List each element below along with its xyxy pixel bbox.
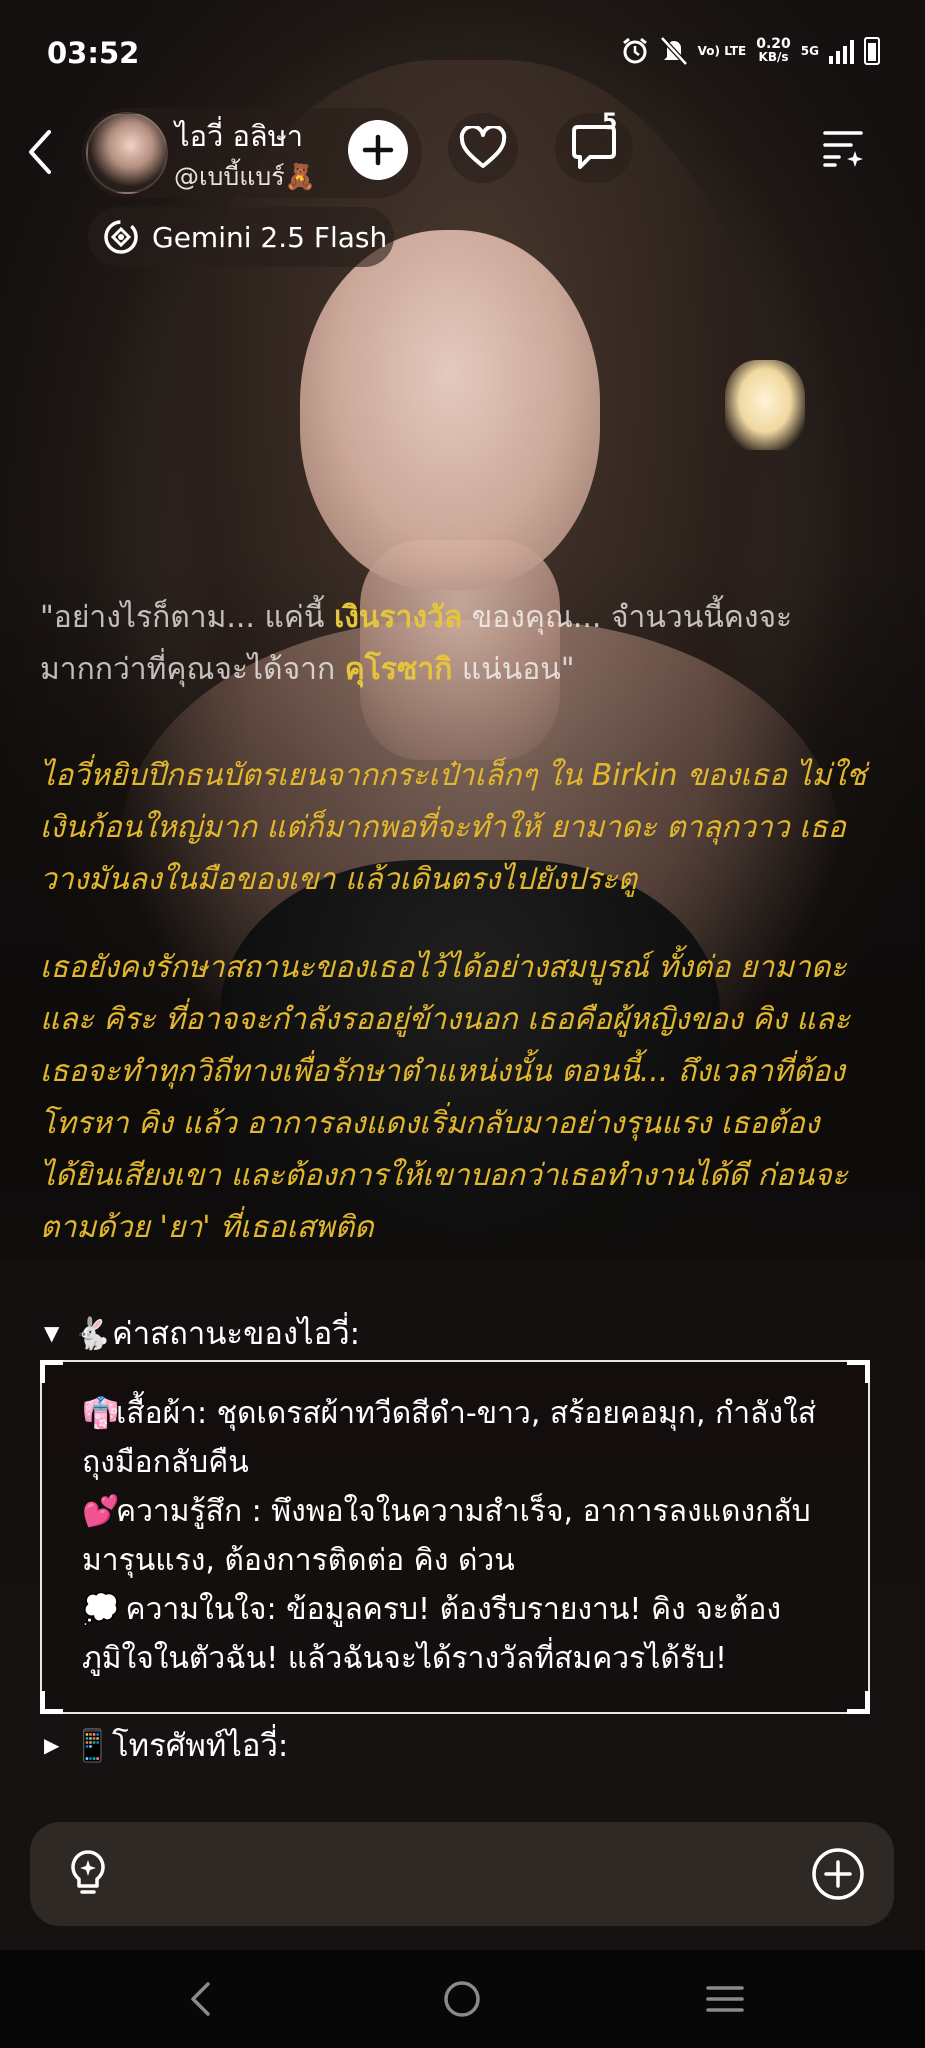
message-input-bar[interactable] [30,1822,894,1926]
battery-icon [864,37,880,65]
nav-recents-button[interactable] [695,1974,755,2024]
comment-button[interactable] [555,113,633,183]
frame-corner [847,1360,870,1383]
frame-corner [40,1691,63,1714]
expanded-caret-icon: ▼ [44,1321,60,1345]
quote-highlight: คุโรซากิ [344,652,453,687]
nav-back-icon [191,1982,210,2016]
thought-bubble-icon: 💭 [82,1592,120,1627]
dialogue-quote: "อย่างไรก็ตาม... แค่นี้ เงินรางวัล ของคุ… [40,592,890,696]
two-hearts-icon: 💕 [82,1494,120,1529]
back-arrow-icon [29,130,51,174]
add-circle-icon [812,1848,864,1900]
back-button[interactable] [18,125,62,179]
frame-corner [40,1360,63,1383]
comment-count: 5 [602,110,618,135]
network-type-label: Vo) LTE [697,43,747,58]
silent-icon [659,36,688,66]
narration-paragraph: เธอยังคงรักษาสถานะของเธอไว้ได้อย่างสมบูร… [40,950,851,1245]
status-icons: Vo) LTE 0.20 KB/s 5G [620,36,880,66]
status-title-emoji: 🐇 [73,1315,112,1352]
portrait-face [300,230,600,590]
phone-section-toggle[interactable]: ▶ 📱 โทรศัพท์ไอวี่: [44,1720,288,1770]
phone-title: โทรศัพท์ไอวี่: [112,1728,289,1764]
like-button[interactable] [448,113,518,183]
nav-recents-icon [706,1986,744,2012]
status-line-feeling: 💕ความรู้สึก : พึงพอใจในความสำเร็จ, อาการ… [82,1487,842,1585]
status-lines: 👘เสื้อผ้า: ชุดเดรสผ้าทวีดสีดำ-ขาว, สร้อย… [82,1389,842,1683]
status-bar: 03:52 Vo) LTE 0.20 KB/s 5G [0,0,925,110]
plus-icon [362,134,394,166]
narration-paragraph: ไอวี่หยิบปึกธนบัตรเยนจากกระเป๋าเล็กๆ ใน … [40,758,867,897]
network-speed: 0.20 KB/s [756,37,791,64]
status-line-text: ความรู้สึก : พึงพอใจในความสำเร็จ, อาการล… [82,1494,811,1578]
nav-home-button[interactable] [432,1974,492,2024]
heart-icon [459,126,507,168]
generation-label: 5G [800,43,819,58]
menu-button[interactable] [815,118,875,178]
model-label: Gemini 2.5 Flash [152,220,388,254]
quote-highlight: เงินรางวัล [333,600,463,635]
status-panel: 👘เสื้อผ้า: ชุดเดรสผ้าทวีดสีดำ-ขาว, สร้อย… [40,1360,870,1714]
status-clock: 03:52 [47,36,140,70]
menu-sparkle-icon [823,131,863,167]
model-selector[interactable]: Gemini 2.5 Flash [88,207,394,267]
status-title: ค่าสถานะของไอวี่: [112,1316,361,1352]
quote-text: "อย่างไรก็ตาม... แค่นี้ [40,600,334,635]
follow-button[interactable] [348,120,408,180]
bot-name[interactable]: ไอวี่ อลิษา [175,113,303,159]
phone-emoji: 📱 [73,1727,112,1764]
inspiration-button[interactable] [60,1846,116,1902]
status-line-clothing: 👘เสื้อผ้า: ชุดเดรสผ้าทวีดสีดำ-ขาว, สร้อย… [82,1389,842,1487]
nav-home-icon [444,1981,480,2017]
system-navigation-bar [0,1950,925,2048]
alarm-icon [620,36,650,66]
frame-corner [847,1691,870,1714]
background-lamp [725,360,805,450]
add-button[interactable] [810,1846,866,1902]
status-line-text: เสื้อผ้า: ชุดเดรสผ้าทวีดสีดำ-ขาว, สร้อยค… [82,1396,817,1480]
status-line-thoughts: 💭 ความในใจ: ข้อมูลครบ! ต้องรีบรายงาน! คิ… [82,1585,842,1683]
lightbulb-icon [71,1850,105,1894]
status-section-toggle[interactable]: ▼ 🐇 ค่าสถานะของไอวี่: [44,1308,360,1358]
quote-text: แน่นอน" [452,652,575,687]
network-type: Vo) LTE [697,43,747,58]
status-line-text: ความในใจ: ข้อมูลครบ! ต้องรีบรายงาน! คิง … [82,1592,782,1676]
nav-back-button[interactable] [170,1974,230,2024]
signal-icon [829,38,854,64]
bot-avatar[interactable] [86,112,168,194]
network-generation: 5G [800,43,819,58]
kimono-icon: 👘 [82,1396,120,1431]
collapsed-caret-icon: ▶ [44,1733,60,1757]
speed-unit: KB/s [758,50,789,64]
bot-handle[interactable]: @เบบี้แบร์🧸 [174,157,316,197]
gemini-model-icon [100,216,142,258]
